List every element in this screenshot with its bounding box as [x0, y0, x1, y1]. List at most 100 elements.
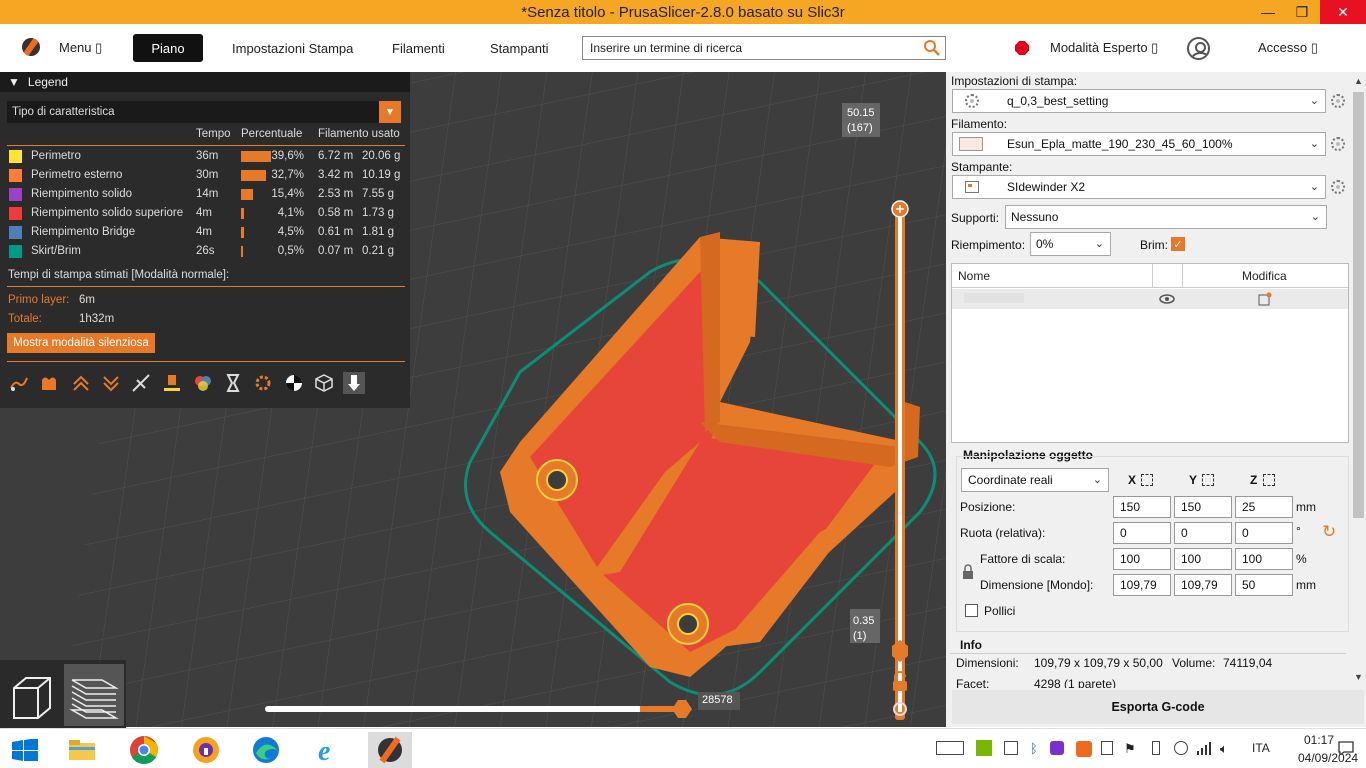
brim-checkbox[interactable]: ✓: [1171, 237, 1185, 251]
mode-dropdown[interactable]: Modalità Esperto ▯: [1050, 34, 1158, 62]
deretractions-icon[interactable]: [100, 372, 122, 394]
prusaslicer-task-icon[interactable]: [368, 732, 412, 768]
tab-filaments[interactable]: Filamenti: [392, 34, 445, 62]
lock-icon[interactable]: [962, 564, 974, 580]
legend-row[interactable]: Riempimento Bridge 4m 4,5% 0.61 m 1.81 g: [0, 223, 410, 242]
center-of-gravity-icon[interactable]: [283, 372, 305, 394]
legend-row[interactable]: Skirt/Brim 26s 0,5% 0.07 m 0.21 g: [0, 242, 410, 261]
legend-row[interactable]: Perimetro esterno 30m 32,7% 3.42 m 10.19 g: [0, 166, 410, 185]
print-settings-select[interactable]: q_0,3_best_setting ⌄: [952, 89, 1326, 113]
slider-lock-icon[interactable]: [893, 681, 907, 691]
rotation-x-input[interactable]: 0: [1113, 522, 1171, 544]
legend-row[interactable]: Riempimento solido 14m 15,4% 2.53 m 7.55 g: [0, 185, 410, 204]
infill-value: 0%: [1036, 237, 1054, 251]
clock-time[interactable]: 01:17: [1304, 733, 1334, 747]
legend-percent-bar: [241, 170, 266, 181]
login-dropdown[interactable]: Accesso ▯: [1258, 34, 1318, 62]
filament-select[interactable]: Esun_Epla_matte_190_230_45_60_100% ⌄: [952, 132, 1326, 156]
seams-icon[interactable]: [130, 372, 152, 394]
scroll-down-icon[interactable]: ▼: [1354, 672, 1363, 682]
shells-icon[interactable]: [313, 372, 335, 394]
legend-time: 30m: [196, 169, 219, 181]
object-list[interactable]: Nome Modifica: [951, 263, 1349, 443]
tool-changes-icon[interactable]: [161, 372, 183, 394]
3d-view-button[interactable]: [2, 664, 62, 726]
legend-row[interactable]: Riempimento solido superiore 4m 4,1% 0.58 m…: [0, 204, 410, 223]
scale-y-input[interactable]: 100: [1174, 548, 1232, 570]
scale-z-input[interactable]: 100: [1235, 548, 1293, 570]
print-settings-gear-icon[interactable]: [1331, 94, 1345, 108]
volume-icon[interactable]: 🔈︎: [1220, 741, 1228, 757]
dimension-y-input[interactable]: 109,79: [1174, 574, 1232, 596]
object-row[interactable]: [952, 289, 1348, 309]
filament-color-swatch[interactable]: [959, 137, 983, 151]
reset-rotation-icon[interactable]: ↻: [1322, 522, 1336, 542]
color-changes-icon[interactable]: [192, 372, 214, 394]
scroll-up-icon[interactable]: ▲: [1354, 76, 1363, 86]
edit-icon[interactable]: [1258, 292, 1272, 306]
bluetooth-icon[interactable]: ᛒ: [1030, 741, 1038, 756]
app-lock-icon[interactable]: [184, 732, 228, 768]
scale-x-input[interactable]: 100: [1113, 548, 1171, 570]
pause-prints-icon[interactable]: [222, 372, 244, 394]
dimension-z-input[interactable]: 50: [1235, 574, 1293, 596]
tab-printers[interactable]: Stampanti: [490, 34, 549, 62]
sidebar-scrollbar[interactable]: ▲ ▼: [1351, 72, 1366, 688]
minimize-button[interactable]: —: [1250, 0, 1286, 24]
maximize-button[interactable]: ❐: [1284, 0, 1320, 24]
language-indicator[interactable]: ITA: [1252, 741, 1270, 755]
collapse-icon[interactable]: ▼: [8, 75, 20, 89]
position-z-input[interactable]: 25: [1235, 496, 1293, 518]
sync-icon[interactable]: [1174, 741, 1188, 755]
filament-gear-icon[interactable]: [1331, 137, 1345, 151]
wifi-signal-icon[interactable]: [1196, 741, 1212, 755]
eye-icon[interactable]: [1159, 293, 1175, 305]
infill-select[interactable]: 0% ⌄: [1030, 232, 1111, 256]
battery-icon[interactable]: [1152, 741, 1160, 755]
preview-button[interactable]: [64, 664, 124, 726]
legend-header[interactable]: ▼ Legend: [0, 72, 410, 92]
custom-gcodes-icon[interactable]: [252, 372, 274, 394]
position-y-input[interactable]: 150: [1174, 496, 1232, 518]
tab-piano[interactable]: Piano: [133, 34, 203, 62]
flag-icon[interactable]: ⚑: [1124, 741, 1136, 757]
export-gcode-button[interactable]: Esporta G-code: [952, 690, 1364, 724]
file-explorer-icon[interactable]: [60, 732, 104, 768]
tray-purple-icon[interactable]: [1050, 741, 1064, 755]
supports-select[interactable]: Nessuno ⌄: [1005, 205, 1327, 229]
position-x-input[interactable]: 150: [1113, 496, 1171, 518]
close-button[interactable]: ✕: [1320, 0, 1366, 24]
travel-icon[interactable]: [8, 372, 30, 394]
inches-checkbox[interactable]: [965, 604, 978, 617]
chrome-icon[interactable]: [122, 732, 166, 768]
edge-icon[interactable]: [244, 732, 288, 768]
nvidia-icon[interactable]: [976, 740, 992, 756]
silent-mode-button[interactable]: Mostra modalità silenziosa: [7, 333, 155, 353]
printer-select[interactable]: SIdewinder X2 ⌄: [952, 175, 1326, 199]
printer-gear-icon[interactable]: [1331, 180, 1345, 194]
rotation-z-input[interactable]: 0: [1235, 522, 1293, 544]
dimension-x-input[interactable]: 109,79: [1113, 574, 1171, 596]
search-input[interactable]: Inserire un termine di ricerca: [582, 36, 946, 60]
tray-orange-icon[interactable]: [1076, 741, 1092, 757]
search-icon[interactable]: [923, 39, 941, 57]
wipe-icon[interactable]: [38, 372, 60, 394]
view-type-select[interactable]: Tipo di caratteristica ▼: [7, 101, 401, 123]
windows-start-icon[interactable]: [12, 739, 38, 761]
rotation-y-input[interactable]: 0: [1174, 522, 1232, 544]
chevron-down-icon[interactable]: ▼: [379, 101, 401, 123]
legend-time: 4m: [196, 226, 212, 238]
legend-row[interactable]: Perimetro 36m 39,6% 6.72 m 20.06 g: [0, 147, 410, 166]
tray-app-icon[interactable]: [1004, 741, 1018, 755]
retractions-icon[interactable]: [70, 372, 92, 394]
user-avatar-icon[interactable]: [1187, 37, 1210, 60]
coordinates-select[interactable]: Coordinate reali ⌄: [961, 468, 1109, 492]
usb-icon[interactable]: [1101, 741, 1113, 755]
scrollbar-thumb[interactable]: [1353, 92, 1364, 518]
tool-marker-icon[interactable]: [343, 372, 365, 394]
keyboard-icon[interactable]: [936, 741, 964, 755]
menu-button[interactable]: Menu ▯: [59, 34, 102, 62]
notifications-icon[interactable]: [1338, 741, 1354, 755]
tab-print-settings[interactable]: Impostazioni Stampa: [232, 34, 353, 62]
internet-explorer-icon[interactable]: e: [306, 732, 350, 768]
